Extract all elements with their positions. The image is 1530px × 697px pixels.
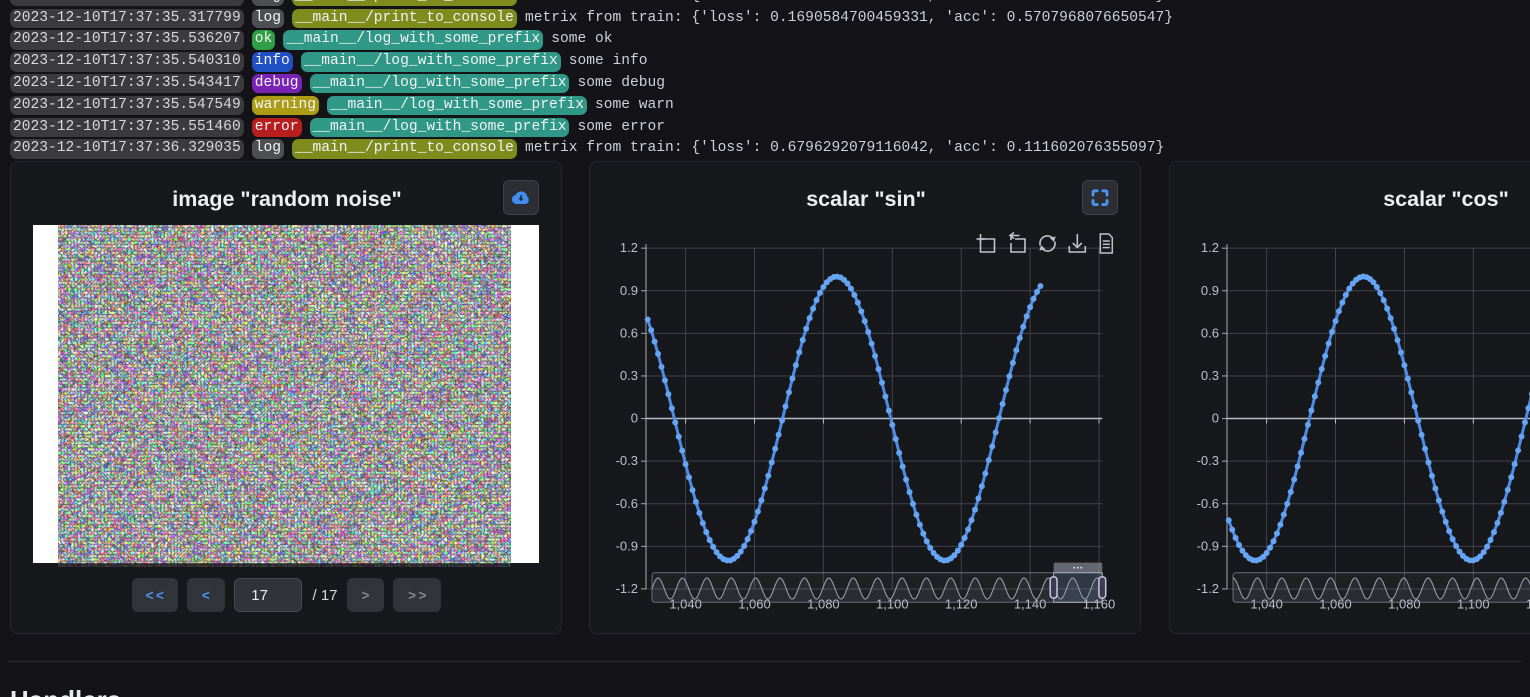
- svg-text:0.6: 0.6: [1201, 325, 1219, 340]
- svg-text:1.2: 1.2: [1201, 240, 1219, 255]
- svg-text:1.2: 1.2: [620, 240, 638, 255]
- svg-text:-1.2: -1.2: [1197, 581, 1219, 596]
- svg-text:0.9: 0.9: [620, 283, 638, 298]
- svg-text:0: 0: [1212, 411, 1219, 426]
- svg-text:-1.2: -1.2: [616, 581, 638, 596]
- svg-text:-0.6: -0.6: [1197, 496, 1219, 511]
- svg-text:-0.3: -0.3: [1197, 453, 1219, 468]
- svg-text:-0.3: -0.3: [616, 453, 638, 468]
- svg-text:0: 0: [631, 411, 638, 426]
- svg-text:0.3: 0.3: [620, 368, 638, 383]
- svg-text:0.6: 0.6: [620, 325, 638, 340]
- svg-text:-0.9: -0.9: [616, 538, 638, 553]
- svg-text:0.3: 0.3: [1201, 368, 1219, 383]
- svg-text:0.9: 0.9: [1201, 283, 1219, 298]
- svg-text:-0.9: -0.9: [1197, 538, 1219, 553]
- svg-text:-0.6: -0.6: [616, 496, 638, 511]
